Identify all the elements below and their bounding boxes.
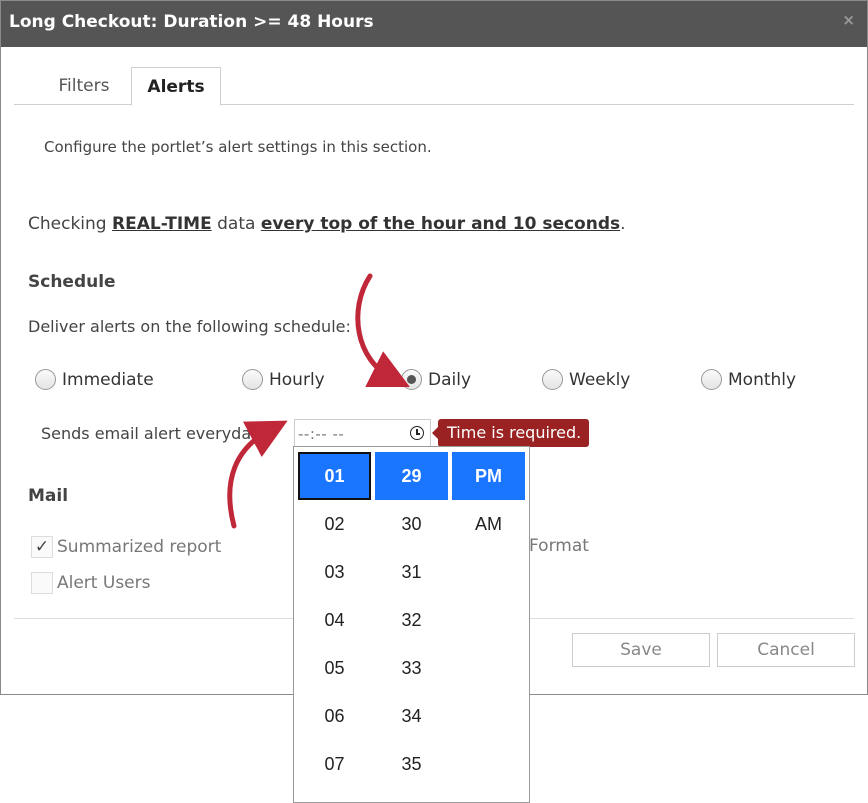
minute-option[interactable]: 32 [375,596,448,644]
checking-suffix: . [620,214,626,234]
checkmark-icon: ✓ [34,537,50,557]
checkbox-label: Summarized report [57,537,222,557]
cancel-button[interactable]: Cancel [717,633,855,667]
radio-button-selected[interactable] [401,369,422,390]
minute-option[interactable]: 31 [375,548,448,596]
radio-daily[interactable]: Daily [401,369,471,390]
hour-option[interactable]: 02 [298,500,371,548]
data-source-link[interactable]: REAL-TIME [112,214,212,234]
minute-option[interactable]: 29 [375,452,448,500]
radio-monthly[interactable]: Monthly [701,369,796,390]
checkbox-summarized-report[interactable]: ✓ Summarized report [31,536,221,558]
hour-option[interactable]: 01 [298,452,371,500]
deliver-text: Deliver alerts on the following schedule… [28,317,351,336]
title-bar: Long Checkout: Duration >= 48 Hours × [1,1,867,47]
period-option[interactable]: AM [452,500,525,548]
radio-label: Hourly [269,369,325,390]
dialog-title: Long Checkout: Duration >= 48 Hours [9,12,374,32]
minute-option[interactable]: 33 [375,644,448,692]
save-button[interactable]: Save [572,633,710,667]
radio-weekly[interactable]: Weekly [542,369,630,390]
radio-label: Monthly [728,369,797,390]
format-label: Format [529,536,589,556]
time-input-value: --:-- -- [298,425,345,443]
hour-option[interactable]: 04 [298,596,371,644]
hour-option[interactable]: 06 [298,692,371,740]
radio-hourly[interactable]: Hourly [242,369,325,390]
radio-button[interactable] [242,369,263,390]
mail-heading: Mail [28,486,69,506]
radio-label: Weekly [569,369,631,390]
checkbox[interactable] [31,572,53,594]
radio-button[interactable] [701,369,722,390]
checking-summary: Checking REAL-TIME data every top of the… [28,214,626,234]
checking-prefix: Checking [28,214,112,234]
checking-mid: data [211,214,261,234]
radio-label: Immediate [62,369,154,390]
clock-icon[interactable] [410,426,424,440]
radio-button[interactable] [542,369,563,390]
minute-option[interactable]: 30 [375,500,448,548]
checkbox[interactable]: ✓ [31,536,53,558]
minute-option[interactable]: 35 [375,740,448,788]
time-picker-dropdown: 01 02 03 04 05 06 07 29 30 31 32 33 34 3… [293,446,530,803]
minute-option[interactable]: 34 [375,692,448,740]
hour-option[interactable]: 05 [298,644,371,692]
checkbox-label: Alert Users [57,573,151,593]
tab-bar: Filters Alerts [14,67,854,106]
radio-button[interactable] [35,369,56,390]
schedule-heading: Schedule [28,272,116,292]
time-error-tooltip: Time is required. [431,419,590,447]
radio-immediate[interactable]: Immediate [35,369,154,390]
tab-alerts[interactable]: Alerts [131,67,221,106]
alerts-description: Configure the portlet’s alert settings i… [44,138,432,156]
period-option[interactable]: PM [452,452,525,500]
radio-label: Daily [428,369,472,390]
check-frequency-link[interactable]: every top of the hour and 10 seconds [261,214,620,234]
hour-option[interactable]: 07 [298,740,371,788]
sends-email-label: Sends email alert everyday [41,424,261,443]
time-input[interactable]: --:-- -- [294,419,431,447]
tab-filters[interactable]: Filters [36,67,132,105]
close-icon[interactable]: × [842,11,855,29]
checkbox-alert-users[interactable]: Alert Users [31,572,150,594]
hour-option[interactable]: 03 [298,548,371,596]
